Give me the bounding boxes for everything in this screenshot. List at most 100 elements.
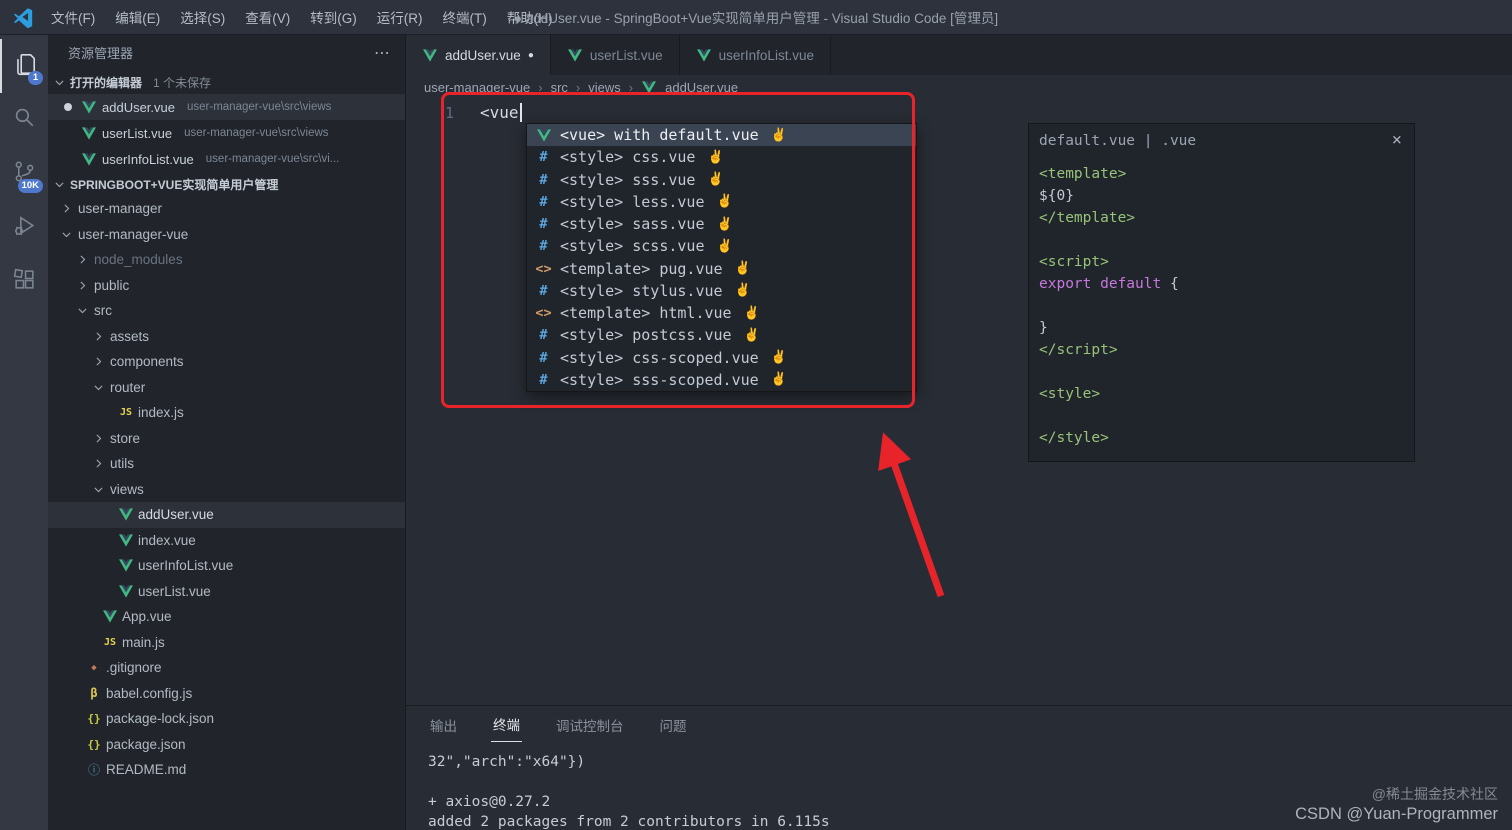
suggest-item[interactable]: # <style> css-scoped.vue ✌️ (527, 347, 916, 369)
chevron-down-icon (74, 303, 90, 319)
more-actions-icon[interactable]: ⋯ (374, 43, 391, 63)
breadcrumb-item[interactable]: addUser.vue (665, 80, 738, 95)
chevron-down-icon (51, 74, 67, 90)
doc-code-line: </script> (1039, 342, 1118, 358)
panel-tab-item[interactable]: 输出 (428, 715, 459, 742)
line-number: 1 (444, 103, 454, 122)
sidebar-title: 资源管理器 (68, 46, 134, 61)
project-section-header[interactable]: SPRINGBOOT+VUE实现简单用户管理 (48, 172, 405, 196)
editor-tab[interactable]: userList.vue (551, 35, 680, 75)
tree-item-label: store (110, 430, 141, 446)
suggest-item[interactable]: # <style> postcss.vue ✌️ (527, 324, 916, 346)
babel-file-icon: β (90, 686, 98, 701)
tree-item-userinfolist-vue[interactable]: userInfoList.vue (48, 553, 405, 579)
tab-label: addUser.vue (445, 47, 521, 63)
panel-tab-item[interactable]: 调试控制台 (554, 715, 626, 742)
close-icon[interactable]: × (1392, 132, 1402, 149)
tree-item-adduser-vue[interactable]: addUser.vue (48, 502, 405, 528)
breadcrumb-separator-icon: › (628, 80, 634, 95)
explorer-activity-button[interactable]: 1 (0, 39, 48, 93)
tree-item-router[interactable]: router (48, 375, 405, 401)
suggest-item[interactable]: # <style> css.vue ✌️ (527, 146, 916, 168)
tree-item-assets[interactable]: assets (48, 324, 405, 350)
tree-item-app-vue[interactable]: App.vue (48, 604, 405, 630)
menubar-item[interactable]: 查看(V) (236, 3, 299, 31)
tree-item-package-lock-json[interactable]: {} package-lock.json (48, 706, 405, 732)
suggest-item[interactable]: # <style> sss-scoped.vue ✌️ (527, 369, 916, 391)
breadcrumb-item[interactable]: src (551, 80, 568, 95)
editor-content[interactable]: 1 <vue <vue> with default.vue ✌️ # <style> … (406, 100, 1512, 705)
victory-hand-emoji: ✌️ (716, 238, 733, 254)
panel-tab-active[interactable]: 终端 (491, 714, 522, 742)
open-editors-section-header[interactable]: 打开的编辑器 1 个未保存 (48, 70, 405, 94)
tree-item-main-js[interactable]: JS main.js (48, 630, 405, 656)
menubar-item[interactable]: 编辑(E) (106, 3, 169, 31)
suggest-item[interactable]: # <style> sss.vue ✌️ (527, 169, 916, 191)
doc-title: default.vue | .vue (1039, 132, 1197, 149)
vscode-window: 文件(F) 编辑(E) 选择(S) 查看(V) 转到(G) 运行(R) 终端(T) 帮助(H)… (0, 0, 1512, 830)
open-editor-item[interactable]: addUser.vue user-manager-vue\src\views (48, 94, 405, 120)
open-editor-label: addUser.vue (102, 99, 175, 115)
tree-item-public[interactable]: public (48, 273, 405, 299)
suggest-item[interactable]: <> <template> pug.vue ✌️ (527, 258, 916, 280)
vue-file-icon (118, 559, 134, 572)
search-activity-button[interactable] (0, 93, 48, 147)
suggest-item[interactable]: # <style> less.vue ✌️ (527, 191, 916, 213)
tree-item-label: addUser.vue (138, 507, 214, 523)
suggest-label: <style> sass.vue (560, 215, 705, 234)
modified-dot[interactable]: ● (528, 50, 534, 61)
tree-item-label: router (110, 379, 146, 395)
tree-item-views[interactable]: views (48, 477, 405, 503)
extensions-icon (12, 267, 37, 297)
open-editor-item[interactable]: userInfoList.vue user-manager-vue\src\vi.… (48, 146, 405, 172)
menubar-item[interactable]: 转到(G) (301, 3, 366, 31)
menubar-item[interactable]: 选择(S) (171, 3, 234, 31)
tree-item--gitignore[interactable]: ◆ .gitignore (48, 655, 405, 681)
tree-item-babel-config-js[interactable]: β babel.config.js (48, 681, 405, 707)
suggest-item[interactable]: <vue> with default.vue ✌️ (527, 124, 916, 147)
tree-item-index-js[interactable]: JS index.js (48, 400, 405, 426)
activity-bar: 1 10K (0, 35, 48, 830)
suggest-item[interactable]: # <style> sass.vue ✌️ (527, 213, 916, 235)
tree-item-label: README.md (106, 762, 187, 778)
victory-hand-emoji: ✌️ (770, 350, 787, 366)
template-suggest-icon: <> (535, 305, 552, 322)
tree-item-readme-md[interactable]: ⓘ README.md (48, 757, 405, 783)
open-editor-item[interactable]: userList.vue user-manager-vue\src\views (48, 120, 405, 146)
run-debug-activity-button[interactable] (0, 201, 48, 255)
panel-tab-bar: 输出 终端 调试控制台 问题 (406, 706, 1512, 742)
editor-tab[interactable]: addUser.vue ● (406, 35, 551, 75)
source-control-activity-button[interactable]: 10K (0, 147, 48, 201)
menubar-item[interactable]: 终端(T) (434, 3, 496, 31)
suggest-item[interactable]: # <style> scss.vue ✌️ (527, 235, 916, 257)
tree-item-user-manager-vue[interactable]: user-manager-vue (48, 222, 405, 248)
suggest-item[interactable]: <> <template> html.vue ✌️ (527, 302, 916, 324)
vue-suggest-icon (535, 129, 552, 142)
tree-item-node-modules[interactable]: node_modules (48, 247, 405, 273)
menubar-item[interactable]: 运行(R) (368, 3, 432, 31)
extensions-activity-button[interactable] (0, 255, 48, 309)
breadcrumb-item[interactable]: user-manager-vue (424, 80, 530, 95)
style-suggest-icon: # (539, 149, 548, 166)
tree-item-components[interactable]: components (48, 349, 405, 375)
tree-item-user-manager[interactable]: user-manager (48, 196, 405, 222)
style-suggest-icon: # (539, 282, 548, 299)
tree-item-utils[interactable]: utils (48, 451, 405, 477)
tree-item-package-json[interactable]: {} package.json (48, 732, 405, 758)
tree-item-store[interactable]: store (48, 426, 405, 452)
breadcrumb: user-manager-vue › src › views › addUser.vue (406, 75, 1512, 100)
breadcrumb-item[interactable]: views (588, 80, 621, 95)
suggest-item[interactable]: # <style> stylus.vue ✌️ (527, 280, 916, 302)
open-editor-path: user-manager-vue\src\vi... (205, 153, 340, 165)
style-suggest-icon: # (539, 171, 548, 188)
tree-item-src[interactable]: src (48, 298, 405, 324)
tree-item-index-vue[interactable]: index.vue (48, 528, 405, 554)
editor-tab[interactable]: userInfoList.vue (680, 35, 831, 75)
menubar-item[interactable]: 文件(F) (42, 3, 104, 31)
victory-hand-emoji: ✌️ (707, 172, 724, 188)
vue-file-icon (118, 534, 134, 547)
suggest-label: <style> css-scoped.vue (560, 348, 759, 367)
panel-tab-item[interactable]: 问题 (658, 715, 689, 742)
tree-item-userlist-vue[interactable]: userList.vue (48, 579, 405, 605)
chevron-right-icon (74, 277, 90, 293)
